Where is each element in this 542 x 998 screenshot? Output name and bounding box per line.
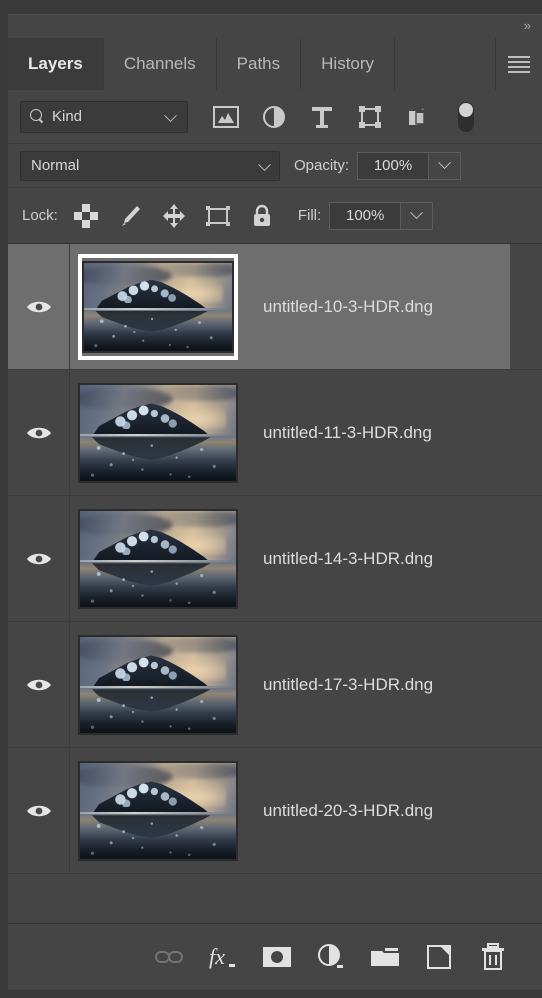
chevron-double-right-icon[interactable]: » [524, 19, 531, 33]
layer-thumbnail-cell[interactable] [70, 748, 245, 873]
layer-visibility-toggle[interactable] [8, 244, 70, 369]
panel-menu-icon [508, 53, 530, 76]
panel-menu-button[interactable] [496, 38, 542, 90]
filter-adjustment-layers-icon[interactable] [250, 100, 298, 134]
lock-artboard-nesting-icon[interactable] [196, 198, 240, 234]
layers-bottom-toolbar: fx [8, 923, 542, 990]
tab-layers[interactable]: Layers [8, 38, 104, 90]
layer-thumbnail-selection-frame [77, 758, 238, 864]
lock-position-icon[interactable] [152, 198, 196, 234]
filter-row: Kind [8, 90, 542, 144]
blend-mode-select[interactable]: Normal [20, 150, 280, 181]
table-row[interactable]: untitled-14-3-HDR.dng [8, 496, 542, 622]
new-adjustment-layer-icon[interactable] [304, 933, 358, 981]
link-layers-icon[interactable] [142, 933, 196, 981]
svg-text:fx: fx [209, 944, 225, 969]
filter-enable-toggle[interactable] [442, 100, 490, 134]
eye-icon [26, 425, 52, 441]
layers-list[interactable]: untitled-10-3-HDR.dng untitled-11-3-HDR.… [8, 244, 542, 923]
chevron-down-icon [410, 206, 424, 220]
layer-thumbnail-cell[interactable] [70, 622, 245, 747]
lock-transparent-pixels-icon[interactable] [64, 198, 108, 234]
lock-image-pixels-icon[interactable] [108, 198, 152, 234]
chevron-down-icon [164, 108, 177, 122]
table-row[interactable]: untitled-10-3-HDR.dng [8, 244, 542, 370]
new-group-icon[interactable] [358, 933, 412, 981]
delete-layer-icon[interactable] [466, 933, 520, 981]
filter-pixel-layers-icon[interactable] [202, 100, 250, 134]
layer-visibility-toggle[interactable] [8, 748, 70, 873]
opacity-label: Opacity: [294, 157, 350, 174]
layer-name[interactable]: untitled-20-3-HDR.dng [263, 801, 433, 821]
layer-name[interactable]: untitled-10-3-HDR.dng [263, 297, 433, 317]
add-layer-mask-icon[interactable] [250, 933, 304, 981]
fill-value: 100% [346, 207, 385, 224]
layer-thumbnail-cell[interactable] [70, 370, 245, 495]
tab-layers-label: Layers [28, 54, 83, 73]
layer-thumbnail [77, 634, 238, 735]
tab-paths-label: Paths [236, 54, 281, 73]
layer-style-fx-icon[interactable]: fx [196, 933, 250, 981]
layer-name[interactable]: untitled-11-3-HDR.dng [263, 423, 432, 443]
search-icon [30, 109, 45, 124]
layer-name[interactable]: untitled-14-3-HDR.dng [263, 549, 433, 569]
layer-thumbnail-selection-frame [77, 253, 238, 360]
table-row[interactable]: untitled-11-3-HDR.dng [8, 370, 542, 496]
fill-label: Fill: [297, 207, 322, 224]
thumbnail-artwork [79, 510, 236, 607]
panel-titlebar: » [8, 14, 542, 38]
layer-visibility-toggle[interactable] [8, 622, 70, 747]
tabstrip-spacer [395, 38, 496, 90]
chevron-down-icon [258, 157, 271, 171]
blend-opacity-row: Normal Opacity: 100% [8, 144, 542, 188]
layer-thumbnail-selection-frame [77, 506, 238, 612]
eye-icon [26, 677, 52, 693]
lock-row: Lock: Fill: 100% [8, 188, 542, 244]
filter-shape-layers-icon[interactable] [346, 100, 394, 134]
eye-icon [26, 551, 52, 567]
filter-kind-label: Kind [52, 108, 83, 125]
fill-stepper-button[interactable] [401, 201, 434, 230]
layer-thumbnail-cell[interactable] [70, 244, 245, 369]
layer-thumbnail-selection-frame [77, 380, 238, 486]
lock-label: Lock: [22, 207, 58, 224]
thumbnail-artwork [79, 384, 236, 481]
opacity-input[interactable]: 100% [357, 151, 430, 180]
opacity-stepper-button[interactable] [429, 151, 462, 180]
layer-thumbnail-cell[interactable] [70, 496, 245, 621]
tab-channels[interactable]: Channels [103, 38, 217, 90]
filter-type-buttons [202, 100, 490, 134]
table-row[interactable]: untitled-17-3-HDR.dng [8, 622, 542, 748]
lock-buttons [64, 198, 284, 234]
filter-type-layers-icon[interactable] [298, 100, 346, 134]
layers-panel: » Layers Channels Paths History Kind Nor… [0, 0, 542, 998]
tab-channels-label: Channels [123, 54, 196, 73]
layer-thumbnail [77, 760, 238, 861]
layer-thumbnail [77, 382, 238, 483]
panel-tabstrip: Layers Channels Paths History [8, 38, 542, 90]
eye-icon [26, 299, 52, 315]
filter-kind-select[interactable]: Kind [20, 100, 188, 133]
layer-thumbnail [81, 260, 234, 353]
tab-paths[interactable]: Paths [216, 38, 302, 90]
tab-history-label: History [321, 54, 375, 73]
layer-visibility-toggle[interactable] [8, 370, 70, 495]
blend-mode-value: Normal [31, 157, 80, 174]
layer-thumbnail-selection-frame [77, 632, 238, 738]
layer-thumbnail [77, 508, 238, 609]
eye-icon [26, 803, 52, 819]
thumbnail-artwork [79, 636, 236, 733]
thumbnail-artwork [83, 262, 232, 351]
lock-all-icon[interactable] [240, 198, 284, 234]
opacity-value: 100% [373, 157, 413, 174]
filter-smart-object-icon[interactable] [394, 100, 442, 134]
fill-input[interactable]: 100% [329, 201, 402, 230]
layer-visibility-toggle[interactable] [8, 496, 70, 621]
layer-name[interactable]: untitled-17-3-HDR.dng [263, 675, 433, 695]
table-row[interactable]: untitled-20-3-HDR.dng [8, 748, 542, 874]
chevron-down-icon [438, 156, 451, 170]
tab-history[interactable]: History [301, 38, 396, 90]
new-layer-icon[interactable] [412, 933, 466, 981]
thumbnail-artwork [79, 762, 236, 859]
